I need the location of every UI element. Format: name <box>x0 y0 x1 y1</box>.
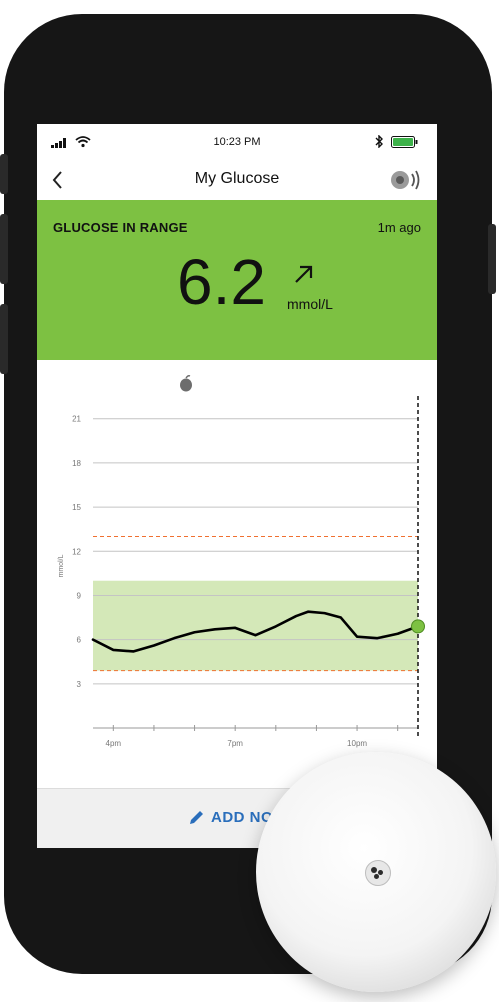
phone-mute-button <box>0 154 8 194</box>
apple-icon[interactable] <box>180 375 192 392</box>
glucose-value: 6.2 <box>177 246 266 318</box>
x-tick-label: 7pm <box>227 739 243 748</box>
y-tick-label: 12 <box>72 547 81 556</box>
x-tick-label: 10pm <box>347 739 367 748</box>
arrow-up-right-icon <box>295 265 313 283</box>
battery-icon <box>391 136 418 148</box>
glucose-chart-svg: 3 6 9 12 15 18 21 mmol/L 4pm 7pm 10pm <box>58 375 425 748</box>
phone-volume-up-button <box>0 214 8 284</box>
glucose-chart: 3 6 9 12 15 18 21 mmol/L 4pm 7pm 10pm <box>37 360 437 780</box>
nav-bar: My Glucose <box>37 160 437 200</box>
page-title: My Glucose <box>194 170 280 187</box>
sensor-icon <box>256 752 496 992</box>
speaker-icon[interactable] <box>389 168 423 192</box>
y-axis-label: mmol/L <box>58 554 65 577</box>
x-tick-label: 4pm <box>106 739 122 748</box>
phone-volume-down-button <box>0 304 8 374</box>
y-tick-label: 15 <box>72 503 81 512</box>
phone-power-button <box>488 224 496 294</box>
sensor-dot <box>378 870 383 875</box>
glucose-unit: mmol/L <box>287 296 333 312</box>
y-tick-label: 21 <box>72 415 81 424</box>
bluetooth-icon <box>375 135 383 148</box>
sensor-dot <box>374 874 379 879</box>
sensor-dot <box>371 867 377 873</box>
pencil-icon <box>190 811 203 824</box>
y-tick-label: 6 <box>77 636 82 645</box>
app-screen: 10:23 PM My Glucose GLUCOSE IN RANGE 1m … <box>37 124 437 848</box>
sensor-center <box>365 860 391 886</box>
status-bar: 10:23 PM <box>37 124 437 160</box>
y-tick-label: 18 <box>72 459 81 468</box>
current-reading-dot <box>411 619 425 634</box>
target-range-band <box>93 580 418 671</box>
last-updated: 1m ago <box>377 220 421 235</box>
y-tick-label: 9 <box>77 591 82 600</box>
y-tick-label: 3 <box>77 680 82 689</box>
glucose-status: GLUCOSE IN RANGE <box>53 220 188 235</box>
glucose-banner: GLUCOSE IN RANGE 1m ago 6.2 mmol/L <box>37 200 437 360</box>
